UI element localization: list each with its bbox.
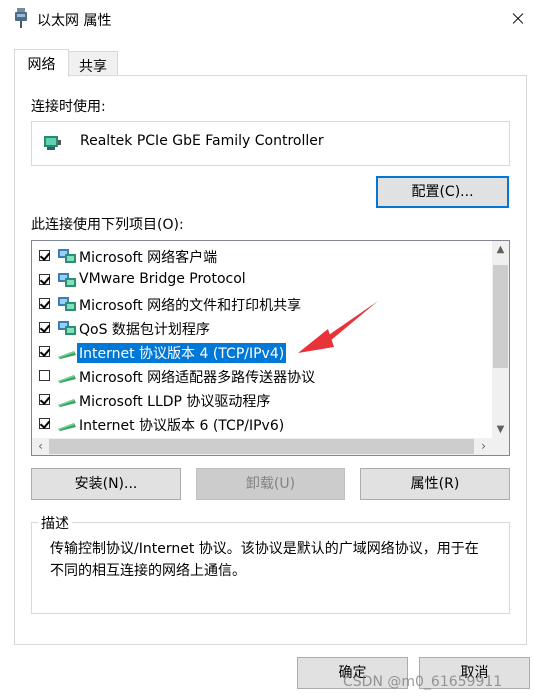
item-checkbox[interactable]: [39, 370, 50, 381]
item-checkbox[interactable]: [39, 394, 50, 405]
chevron-down-icon[interactable]: ▼: [492, 421, 509, 438]
tab-network[interactable]: 网络: [14, 49, 69, 77]
scroll-thumb[interactable]: [493, 265, 508, 368]
network-client-icon: [58, 249, 76, 263]
network-service-icon: [58, 273, 76, 287]
chevron-up-icon[interactable]: ▲: [492, 241, 509, 258]
list-item[interactable]: Microsoft 网络适配器多路传送器协议: [32, 364, 492, 388]
scroll-thumb[interactable]: [49, 439, 474, 454]
annotation-arrow-icon: [298, 301, 378, 353]
network-service-icon: [58, 321, 76, 335]
item-label: QoS 数据包计划程序: [79, 322, 210, 338]
title-bar: 以太网 属性: [0, 0, 535, 38]
adapter-name: Realtek PCIe GbE Family Controller: [80, 133, 324, 149]
vertical-scrollbar[interactable]: ▲ ▼: [492, 241, 509, 438]
protocol-icon: [58, 399, 76, 407]
protocol-icon: [58, 375, 76, 383]
item-label: VMware Bridge Protocol: [79, 271, 246, 287]
item-label: Microsoft 网络的文件和打印机共享: [79, 298, 302, 314]
network-service-icon: [58, 297, 76, 311]
items-listbox[interactable]: Microsoft 网络客户端 VMware Bridge Protocol M…: [31, 240, 510, 456]
list-item[interactable]: Microsoft 网络的文件和打印机共享: [32, 292, 492, 316]
items-label: 此连接使用下列项目(O):: [31, 217, 184, 233]
properties-button[interactable]: 属性(R): [360, 468, 510, 500]
list-item[interactable]: QoS 数据包计划程序: [32, 316, 492, 340]
protocol-icon: [58, 351, 76, 359]
scroll-corner: [492, 438, 509, 455]
list-item[interactable]: VMware Bridge Protocol: [32, 268, 492, 292]
item-label: Microsoft LLDP 协议驱动程序: [79, 394, 271, 410]
close-icon[interactable]: [500, 2, 535, 36]
network-adapter-icon: [44, 136, 61, 150]
chevron-left-icon[interactable]: ‹: [32, 438, 49, 455]
item-label: Microsoft 网络客户端: [79, 250, 218, 266]
list-item[interactable]: Microsoft LLDP 协议驱动程序: [32, 388, 492, 412]
item-checkbox[interactable]: [39, 418, 50, 429]
item-checkbox[interactable]: [39, 322, 50, 333]
description-legend: 描述: [38, 513, 72, 533]
chevron-right-icon[interactable]: ›: [475, 438, 492, 455]
watermark: CSDN @m0_61659911: [343, 674, 503, 690]
uninstall-button[interactable]: 卸载(U): [196, 468, 345, 500]
list-item[interactable]: Internet 协议版本 4 (TCP/IPv4): [32, 340, 492, 364]
item-checkbox[interactable]: [39, 346, 50, 357]
window-title: 以太网 属性: [37, 13, 112, 29]
item-checkbox[interactable]: [39, 274, 50, 285]
tab-share[interactable]: 共享: [68, 51, 118, 76]
install-button[interactable]: 安装(N)...: [31, 468, 181, 500]
horizontal-scrollbar[interactable]: ‹ ›: [32, 438, 492, 455]
description-text: 传输控制协议/Internet 协议。该协议是默认的广域网络协议，用于在不同的相…: [50, 541, 479, 579]
item-label: Microsoft 网络适配器多路传送器协议: [79, 370, 316, 386]
connect-using-label: 连接时使用:: [31, 99, 106, 115]
item-checkbox[interactable]: [39, 298, 50, 309]
protocol-icon: [58, 423, 76, 431]
list-item[interactable]: Microsoft 网络客户端: [32, 244, 492, 268]
item-checkbox[interactable]: [39, 250, 50, 261]
item-label: Internet 协议版本 6 (TCP/IPv6): [79, 418, 285, 434]
configure-button[interactable]: 配置(C)...: [376, 176, 509, 208]
adapter-box: Realtek PCIe GbE Family Controller: [31, 121, 510, 166]
list-item[interactable]: Internet 协议版本 6 (TCP/IPv6): [32, 412, 492, 436]
item-label: Internet 协议版本 4 (TCP/IPv4): [77, 343, 287, 363]
network-adapter-icon: [15, 8, 27, 28]
